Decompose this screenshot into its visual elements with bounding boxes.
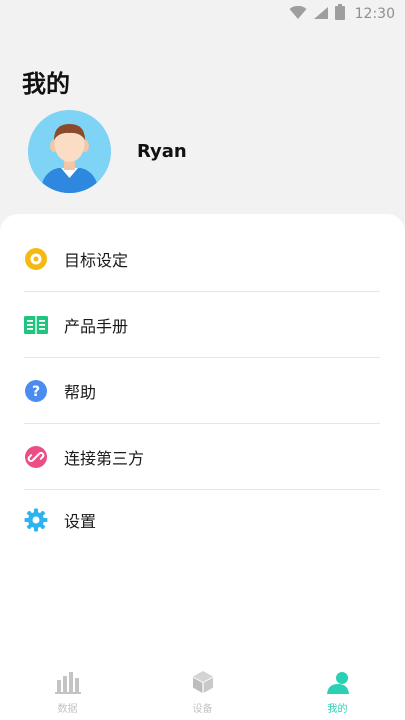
book-icon [24, 313, 48, 337]
menu-item-connect-third-party[interactable]: 连接第三方 [24, 424, 380, 490]
menu-item-product-manual[interactable]: 产品手册 [24, 292, 380, 358]
menu-item-goal-setting[interactable]: 目标设定 [24, 226, 380, 292]
help-icon: ? [24, 379, 48, 403]
bottom-tab-bar: 数据 设备 我的 [0, 664, 405, 720]
menu-item-help[interactable]: ? 帮助 [24, 358, 380, 424]
username: Ryan [137, 141, 187, 162]
gear-icon [24, 508, 48, 532]
bar-chart-icon [54, 670, 81, 698]
tab-mine[interactable]: 我的 [270, 664, 405, 720]
tab-data[interactable]: 数据 [0, 664, 135, 720]
menu-item-label: 产品手册 [64, 316, 129, 336]
menu-item-label: 连接第三方 [64, 448, 145, 468]
profile-header[interactable]: Ryan [28, 110, 187, 193]
status-time: 12:30 [354, 6, 395, 22]
wifi-icon [289, 5, 307, 24]
link-icon [24, 445, 48, 469]
menu-item-label: 设置 [64, 512, 97, 531]
avatar[interactable] [28, 110, 111, 193]
svg-text:?: ? [32, 384, 40, 400]
menu-item-settings[interactable]: 设置 [24, 490, 380, 550]
person-icon [325, 670, 351, 698]
menu-item-label: 目标设定 [64, 250, 129, 270]
tab-label: 数据 [57, 703, 78, 715]
page-title: 我的 [22, 70, 70, 98]
target-icon [24, 247, 48, 271]
tab-device[interactable]: 设备 [135, 664, 270, 720]
tab-label: 设备 [192, 703, 213, 715]
menu-item-label: 帮助 [64, 382, 97, 402]
battery-icon [334, 4, 345, 24]
status-bar: 12:30 [0, 0, 405, 28]
cube-icon [191, 670, 215, 698]
cell-signal-icon [313, 5, 329, 24]
tab-label: 我的 [327, 703, 348, 715]
menu-card: 目标设定 产品手册 ? 帮助 连接第三方 设置 [0, 214, 405, 664]
